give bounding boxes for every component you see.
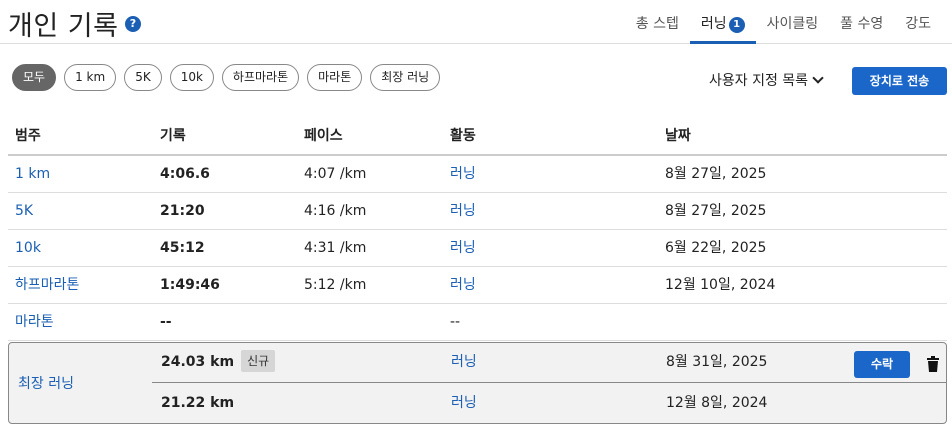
category-link[interactable]: 5K <box>15 193 33 230</box>
table-row: 10k 45:12 4:31 /km 러닝 6월 22일, 2025 <box>8 230 947 267</box>
record-value: 21.22 km <box>161 395 235 411</box>
date-value: 12월 10일, 2024 <box>665 277 776 293</box>
accept-button[interactable]: 수락 <box>854 351 910 378</box>
activity-link[interactable]: 러닝 <box>450 193 476 230</box>
record-value: 1:49:46 <box>160 277 220 293</box>
custom-list-label: 사용자 지정 목록 <box>709 73 809 89</box>
activity-link[interactable]: 러닝 <box>451 384 477 422</box>
table-row: 1 km 4:06.6 4:07 /km 러닝 8월 27일, 2025 <box>8 156 947 193</box>
category-link[interactable]: 최장 러닝 <box>18 373 74 393</box>
tab-total-steps[interactable]: 총 스텝 <box>625 0 690 44</box>
activity-link[interactable]: 러닝 <box>450 267 476 304</box>
page-header: 개인 기록 ? 총 스텝 러닝 1 사이클링 풀 수영 강도 <box>0 0 952 44</box>
longest-run-group: 최장 러닝 24.03 km 신규 러닝 8월 31일, 2025 수락 21.2… <box>8 342 947 424</box>
tab-count-badge: 1 <box>728 17 745 33</box>
column-header-category: 범주 <box>15 128 41 144</box>
custom-list-dropdown[interactable]: 사용자 지정 목록 <box>709 70 824 90</box>
activity-link[interactable]: 러닝 <box>451 343 477 381</box>
tab-running[interactable]: 러닝 1 <box>689 0 756 44</box>
filter-chip-10k[interactable]: 10k <box>169 64 214 91</box>
category-link[interactable]: 1 km <box>15 156 50 193</box>
records-table: 범주 기록 페이스 활동 날짜 1 km 4:06.6 4:07 /km 러닝 … <box>8 118 947 341</box>
column-header-record: 기록 <box>160 128 186 144</box>
tab-pool-swim[interactable]: 풀 수영 <box>829 0 894 44</box>
new-badge: 신규 <box>241 350 276 372</box>
table-row: 하프마라톤 1:49:46 5:12 /km 러닝 12월 10일, 2024 <box>8 267 947 304</box>
longest-run-entry: 24.03 km 신규 러닝 8월 31일, 2025 수락 <box>152 343 947 383</box>
filter-chips: 모두 1 km 5K 10k 하프마라톤 마라톤 최장 러닝 <box>12 64 441 91</box>
date-value: 12월 8일, 2024 <box>666 395 768 411</box>
date-value: 8월 27일, 2025 <box>665 203 767 219</box>
date-value: 8월 27일, 2025 <box>665 166 767 182</box>
longest-run-entry: 21.22 km 러닝 12월 8일, 2024 <box>152 384 947 424</box>
column-header-activity: 활동 <box>450 128 476 144</box>
filter-chip-all[interactable]: 모두 <box>12 64 57 91</box>
date-value: 6월 22일, 2025 <box>665 240 767 256</box>
tab-intensity[interactable]: 강도 <box>894 0 942 44</box>
tab-cycling[interactable]: 사이클링 <box>756 0 830 44</box>
activity-link[interactable]: 러닝 <box>450 230 476 267</box>
pace-value: 5:12 /km <box>304 277 367 293</box>
page-title: 개인 기록 <box>8 11 119 42</box>
record-value: 24.03 km 신규 <box>161 343 276 381</box>
tab-label: 강도 <box>905 16 931 32</box>
filter-chip-half-marathon[interactable]: 하프마라톤 <box>221 64 300 91</box>
send-to-device-button[interactable]: 장치로 전송 <box>852 67 947 95</box>
pace-value: 4:07 /km <box>304 166 367 182</box>
category-link[interactable]: 마라톤 <box>15 304 54 341</box>
tab-label: 풀 수영 <box>840 16 884 32</box>
record-value: 4:06.6 <box>160 166 210 182</box>
tab-label: 총 스텝 <box>635 16 679 32</box>
record-value: 45:12 <box>160 240 205 256</box>
filter-chip-longest-run[interactable]: 최장 러닝 <box>370 64 441 91</box>
tab-label: 사이클링 <box>766 16 819 32</box>
record-value: -- <box>160 314 172 330</box>
trash-icon[interactable] <box>926 356 940 372</box>
record-text: 24.03 km <box>161 354 235 370</box>
filter-chip-marathon[interactable]: 마라톤 <box>307 64 363 91</box>
table-header: 범주 기록 페이스 활동 날짜 <box>8 118 947 156</box>
column-header-pace: 페이스 <box>304 128 343 144</box>
activity-value: -- <box>450 314 461 330</box>
table-row: 5K 21:20 4:16 /km 러닝 8월 27일, 2025 <box>8 193 947 230</box>
pace-value: 4:16 /km <box>304 203 367 219</box>
tab-bar: 총 스텝 러닝 1 사이클링 풀 수영 강도 <box>625 0 942 44</box>
tab-label: 러닝 <box>700 16 727 32</box>
pace-value: 4:31 /km <box>304 240 367 256</box>
chevron-down-icon <box>812 72 824 84</box>
help-icon[interactable]: ? <box>125 16 141 32</box>
activity-link[interactable]: 러닝 <box>450 156 476 193</box>
column-header-date: 날짜 <box>665 128 691 144</box>
filter-chip-5k[interactable]: 5K <box>124 64 162 91</box>
category-link[interactable]: 하프마라톤 <box>15 267 79 304</box>
record-value: 21:20 <box>160 203 205 219</box>
date-value: 8월 31일, 2025 <box>666 354 768 370</box>
category-link[interactable]: 10k <box>15 230 41 267</box>
filter-chip-1km[interactable]: 1 km <box>64 64 117 91</box>
table-row: 마라톤 -- -- <box>8 304 947 341</box>
